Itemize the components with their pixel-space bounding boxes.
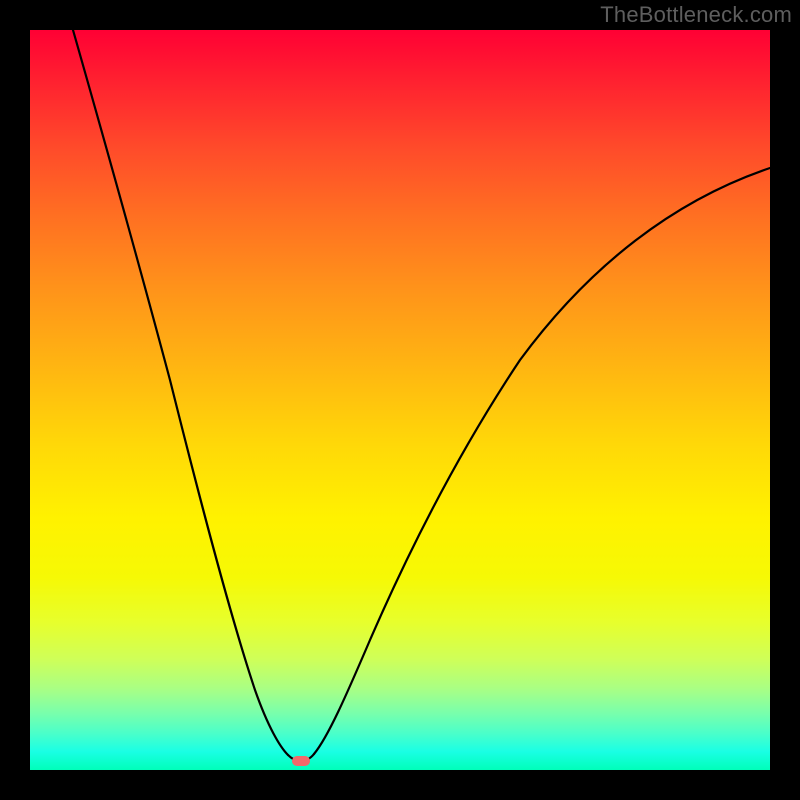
curve-left-branch [73, 30, 288, 755]
optimum-marker [292, 756, 310, 766]
chart-frame: TheBottleneck.com [0, 0, 800, 800]
bottleneck-curve [30, 30, 770, 770]
curve-right-branch [314, 168, 770, 754]
plot-area [30, 30, 770, 770]
watermark-text: TheBottleneck.com [600, 2, 792, 28]
